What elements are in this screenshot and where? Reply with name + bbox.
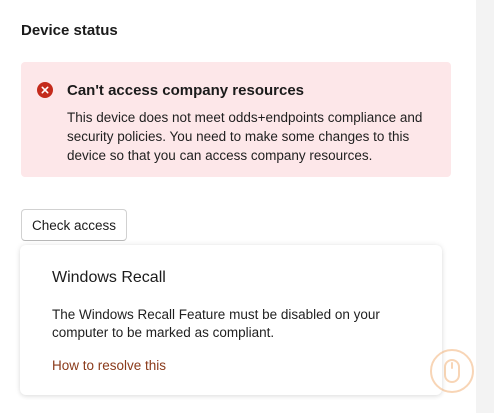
card-description: The Windows Recall Feature must be disab… (52, 307, 380, 340)
scroll-gutter (476, 0, 494, 413)
main-panel: Device status Can't access company resou… (0, 0, 476, 413)
compliance-alert: Can't access company resources This devi… (21, 62, 451, 177)
check-access-button[interactable]: Check access (21, 209, 127, 241)
alert-title: Can't access company resources (67, 82, 305, 99)
how-to-resolve-link[interactable]: How to resolve this (52, 358, 166, 373)
mouse-icon[interactable] (428, 347, 476, 395)
section-title: Device status (21, 22, 118, 39)
card-title: Windows Recall (52, 269, 166, 286)
alert-message: This device does not meet odds+endpoints… (67, 110, 423, 163)
error-icon (37, 82, 53, 98)
windows-recall-card: Windows Recall The Windows Recall Featur… (20, 245, 442, 395)
